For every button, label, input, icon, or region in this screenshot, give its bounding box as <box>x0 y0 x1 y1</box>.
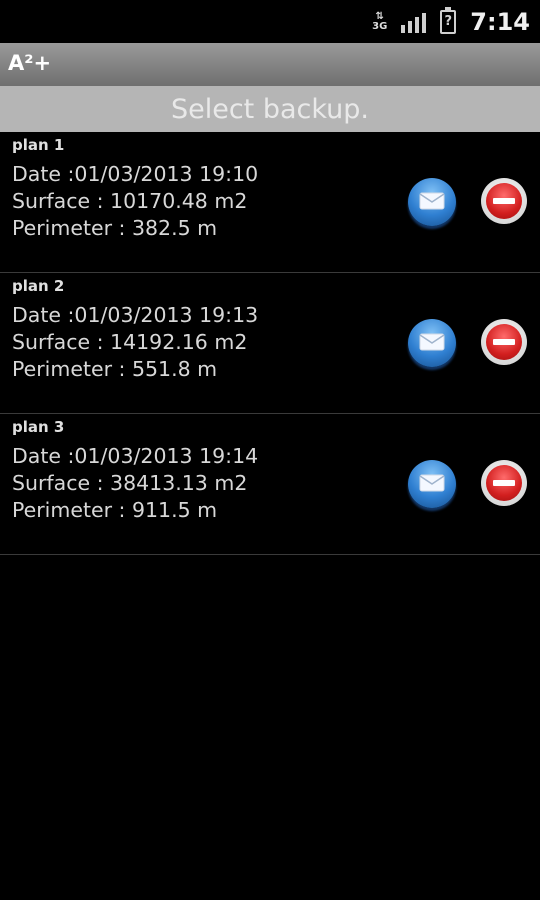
send-backup-button[interactable] <box>408 319 456 367</box>
plan-name: plan 1 <box>12 136 65 154</box>
delete-icon <box>486 324 522 360</box>
screen: ⇅ 3G ? 7:14 A²+ Select backup. plan 1 Da… <box>0 0 540 900</box>
delete-backup-button[interactable] <box>481 319 527 365</box>
section-header: Select backup. <box>0 86 540 132</box>
plan-surface: Surface : 14192.16 m2 <box>12 330 248 354</box>
mail-icon <box>419 474 445 492</box>
network-icon: ⇅ 3G <box>372 10 388 32</box>
signal-icon <box>401 11 427 33</box>
plan-perimeter: Perimeter : 551.8 m <box>12 357 218 381</box>
clock: 7:14 <box>470 7 530 36</box>
plan-perimeter: Perimeter : 911.5 m <box>12 498 218 522</box>
backup-list: plan 1 Date :01/03/2013 19:10 Surface : … <box>0 132 540 555</box>
network-type: 3G <box>372 20 388 32</box>
backup-item[interactable]: plan 3 Date :01/03/2013 19:14 Surface : … <box>0 414 540 555</box>
status-icons: ⇅ 3G ? 7:14 <box>372 0 530 43</box>
battery-icon: ? <box>440 6 457 34</box>
backup-item[interactable]: plan 1 Date :01/03/2013 19:10 Surface : … <box>0 132 540 273</box>
plan-date: Date :01/03/2013 19:13 <box>12 303 259 327</box>
mail-icon <box>419 333 445 351</box>
data-arrows-icon: ⇅ <box>375 10 384 22</box>
delete-backup-button[interactable] <box>481 460 527 506</box>
plan-surface: Surface : 38413.13 m2 <box>12 471 248 495</box>
send-backup-button[interactable] <box>408 178 456 226</box>
header-label: Select backup. <box>170 93 370 125</box>
plan-perimeter: Perimeter : 382.5 m <box>12 216 218 240</box>
plan-name: plan 2 <box>12 277 65 295</box>
delete-icon <box>486 183 522 219</box>
mail-icon <box>419 192 445 210</box>
backup-item[interactable]: plan 2 Date :01/03/2013 19:13 Surface : … <box>0 273 540 414</box>
app-title-bar: A²+ <box>0 43 540 86</box>
send-backup-button[interactable] <box>408 460 456 508</box>
delete-icon <box>486 465 522 501</box>
plan-name: plan 3 <box>12 418 65 436</box>
plan-surface: Surface : 10170.48 m2 <box>12 189 248 213</box>
status-bar: ⇅ 3G ? 7:14 <box>0 0 540 43</box>
plan-date: Date :01/03/2013 19:14 <box>12 444 259 468</box>
delete-backup-button[interactable] <box>481 178 527 224</box>
plan-date: Date :01/03/2013 19:10 <box>12 162 259 186</box>
app-title: A²+ <box>8 51 52 75</box>
